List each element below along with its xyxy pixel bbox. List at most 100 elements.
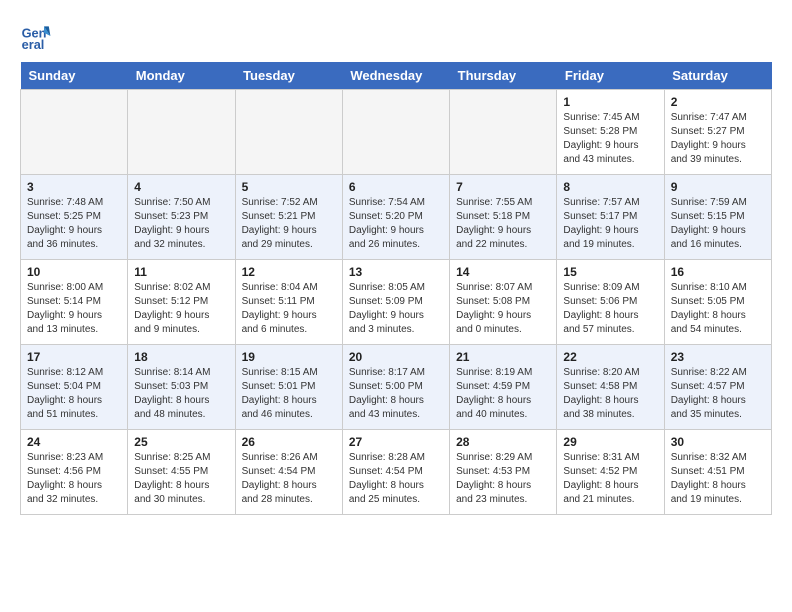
day-cell [235, 90, 342, 175]
day-cell: 8Sunrise: 7:57 AM Sunset: 5:17 PM Daylig… [557, 175, 664, 260]
day-number: 24 [27, 435, 121, 449]
day-info: Sunrise: 7:54 AM Sunset: 5:20 PM Dayligh… [349, 196, 443, 252]
header-saturday: Saturday [664, 62, 771, 90]
day-info: Sunrise: 7:59 AM Sunset: 5:15 PM Dayligh… [671, 196, 765, 252]
day-cell: 18 Sunrise: 8:14 AM Sunset: 5:03 PM Dayli… [128, 345, 235, 430]
day-number: 14 [456, 265, 550, 279]
day-info: Sunrise: 8:05 AM Sunset: 5:09 PM Dayligh… [349, 281, 443, 337]
day-cell: 4Sunrise: 7:50 AM Sunset: 5:23 PM Daylig… [128, 175, 235, 260]
day-number: 7 [456, 180, 550, 194]
day-cell: 25 Sunrise: 8:25 AM Sunset: 4:55 PM Dayli… [128, 430, 235, 515]
week-row-1: 1 Sunrise: 7:45 AM Sunset: 5:28 PM Daylig… [21, 90, 772, 175]
day-info: Sunrise: 8:07 AM Sunset: 5:08 PM Dayligh… [456, 281, 550, 337]
day-cell: 3 Sunrise: 7:48 AM Sunset: 5:25 PM Daylig… [21, 175, 128, 260]
day-info: Sunrise: 7:55 AM Sunset: 5:18 PM Dayligh… [456, 196, 550, 252]
svg-text:eral: eral [22, 37, 45, 52]
day-cell: 6 Sunrise: 7:54 AM Sunset: 5:20 PM Daylig… [342, 175, 449, 260]
day-number: 3 [27, 180, 121, 194]
day-info: Sunrise: 8:19 AM Sunset: 4:59 PM Dayligh… [456, 366, 550, 422]
calendar-table: SundayMondayTuesdayWednesdayThursdayFrid… [20, 62, 772, 515]
header-tuesday: Tuesday [235, 62, 342, 90]
day-info: Sunrise: 8:28 AM Sunset: 4:54 PM Dayligh… [349, 451, 443, 507]
day-info: Sunrise: 8:15 AM Sunset: 5:01 PM Dayligh… [242, 366, 336, 422]
day-cell: 22 Sunrise: 8:20 AM Sunset: 4:58 PM Dayli… [557, 345, 664, 430]
day-cell: 13 Sunrise: 8:05 AM Sunset: 5:09 PM Dayli… [342, 260, 449, 345]
day-info: Sunrise: 8:26 AM Sunset: 4:54 PM Dayligh… [242, 451, 336, 507]
day-info: Sunrise: 7:45 AM Sunset: 5:28 PM Dayligh… [563, 111, 657, 167]
day-cell: 20 Sunrise: 8:17 AM Sunset: 5:00 PM Dayli… [342, 345, 449, 430]
day-number: 19 [242, 350, 336, 364]
day-info: Sunrise: 8:32 AM Sunset: 4:51 PM Dayligh… [671, 451, 765, 507]
day-number: 26 [242, 435, 336, 449]
day-cell: 5Sunrise: 7:52 AM Sunset: 5:21 PM Daylig… [235, 175, 342, 260]
day-number: 29 [563, 435, 657, 449]
header-friday: Friday [557, 62, 664, 90]
day-number: 11 [134, 265, 228, 279]
day-number: 12 [242, 265, 336, 279]
day-cell: 29 Sunrise: 8:31 AM Sunset: 4:52 PM Dayli… [557, 430, 664, 515]
week-row-5: 24 Sunrise: 8:23 AM Sunset: 4:56 PM Dayli… [21, 430, 772, 515]
day-info: Sunrise: 8:14 AM Sunset: 5:03 PM Dayligh… [134, 366, 228, 422]
header-row: SundayMondayTuesdayWednesdayThursdayFrid… [21, 62, 772, 90]
day-info: Sunrise: 8:02 AM Sunset: 5:12 PM Dayligh… [134, 281, 228, 337]
day-info: Sunrise: 8:12 AM Sunset: 5:04 PM Dayligh… [27, 366, 121, 422]
logo: Gen eral [20, 20, 56, 52]
day-cell: 14 Sunrise: 8:07 AM Sunset: 5:08 PM Dayli… [450, 260, 557, 345]
day-cell: 7 Sunrise: 7:55 AM Sunset: 5:18 PM Daylig… [450, 175, 557, 260]
day-cell [342, 90, 449, 175]
day-cell: 30 Sunrise: 8:32 AM Sunset: 4:51 PM Dayli… [664, 430, 771, 515]
day-info: Sunrise: 8:22 AM Sunset: 4:57 PM Dayligh… [671, 366, 765, 422]
day-number: 10 [27, 265, 121, 279]
day-number: 6 [349, 180, 443, 194]
day-number: 9 [671, 180, 765, 194]
day-cell: 2Sunrise: 7:47 AM Sunset: 5:27 PM Daylig… [664, 90, 771, 175]
day-info: Sunrise: 8:04 AM Sunset: 5:11 PM Dayligh… [242, 281, 336, 337]
day-number: 21 [456, 350, 550, 364]
day-info: Sunrise: 8:09 AM Sunset: 5:06 PM Dayligh… [563, 281, 657, 337]
page-header: Gen eral [20, 20, 772, 52]
day-number: 20 [349, 350, 443, 364]
day-number: 17 [27, 350, 121, 364]
day-number: 1 [563, 95, 657, 109]
day-number: 25 [134, 435, 228, 449]
day-info: Sunrise: 8:10 AM Sunset: 5:05 PM Dayligh… [671, 281, 765, 337]
day-cell: 24 Sunrise: 8:23 AM Sunset: 4:56 PM Dayli… [21, 430, 128, 515]
week-row-2: 3 Sunrise: 7:48 AM Sunset: 5:25 PM Daylig… [21, 175, 772, 260]
day-number: 27 [349, 435, 443, 449]
day-cell: 10 Sunrise: 8:00 AM Sunset: 5:14 PM Dayli… [21, 260, 128, 345]
day-info: Sunrise: 8:25 AM Sunset: 4:55 PM Dayligh… [134, 451, 228, 507]
day-info: Sunrise: 8:20 AM Sunset: 4:58 PM Dayligh… [563, 366, 657, 422]
day-cell: 21 Sunrise: 8:19 AM Sunset: 4:59 PM Dayli… [450, 345, 557, 430]
day-cell: 17 Sunrise: 8:12 AM Sunset: 5:04 PM Dayli… [21, 345, 128, 430]
day-cell: 28 Sunrise: 8:29 AM Sunset: 4:53 PM Dayli… [450, 430, 557, 515]
header-wednesday: Wednesday [342, 62, 449, 90]
day-info: Sunrise: 8:23 AM Sunset: 4:56 PM Dayligh… [27, 451, 121, 507]
day-info: Sunrise: 7:47 AM Sunset: 5:27 PM Dayligh… [671, 111, 765, 167]
day-cell [450, 90, 557, 175]
logo-icon: Gen eral [20, 20, 52, 52]
day-number: 13 [349, 265, 443, 279]
day-number: 8 [563, 180, 657, 194]
day-number: 28 [456, 435, 550, 449]
day-cell: 27 Sunrise: 8:28 AM Sunset: 4:54 PM Dayli… [342, 430, 449, 515]
day-cell [21, 90, 128, 175]
day-info: Sunrise: 8:29 AM Sunset: 4:53 PM Dayligh… [456, 451, 550, 507]
day-info: Sunrise: 8:17 AM Sunset: 5:00 PM Dayligh… [349, 366, 443, 422]
day-cell: 9 Sunrise: 7:59 AM Sunset: 5:15 PM Daylig… [664, 175, 771, 260]
day-number: 18 [134, 350, 228, 364]
day-cell: 1 Sunrise: 7:45 AM Sunset: 5:28 PM Daylig… [557, 90, 664, 175]
day-cell: 26 Sunrise: 8:26 AM Sunset: 4:54 PM Dayli… [235, 430, 342, 515]
day-info: Sunrise: 7:48 AM Sunset: 5:25 PM Dayligh… [27, 196, 121, 252]
day-info: Sunrise: 7:52 AM Sunset: 5:21 PM Dayligh… [242, 196, 336, 252]
day-number: 4 [134, 180, 228, 194]
day-cell: 15Sunrise: 8:09 AM Sunset: 5:06 PM Dayli… [557, 260, 664, 345]
week-row-3: 10 Sunrise: 8:00 AM Sunset: 5:14 PM Dayli… [21, 260, 772, 345]
header-sunday: Sunday [21, 62, 128, 90]
day-info: Sunrise: 8:00 AM Sunset: 5:14 PM Dayligh… [27, 281, 121, 337]
day-number: 30 [671, 435, 765, 449]
day-info: Sunrise: 8:31 AM Sunset: 4:52 PM Dayligh… [563, 451, 657, 507]
day-cell [128, 90, 235, 175]
day-cell: 23Sunrise: 8:22 AM Sunset: 4:57 PM Dayli… [664, 345, 771, 430]
day-number: 22 [563, 350, 657, 364]
week-row-4: 17 Sunrise: 8:12 AM Sunset: 5:04 PM Dayli… [21, 345, 772, 430]
